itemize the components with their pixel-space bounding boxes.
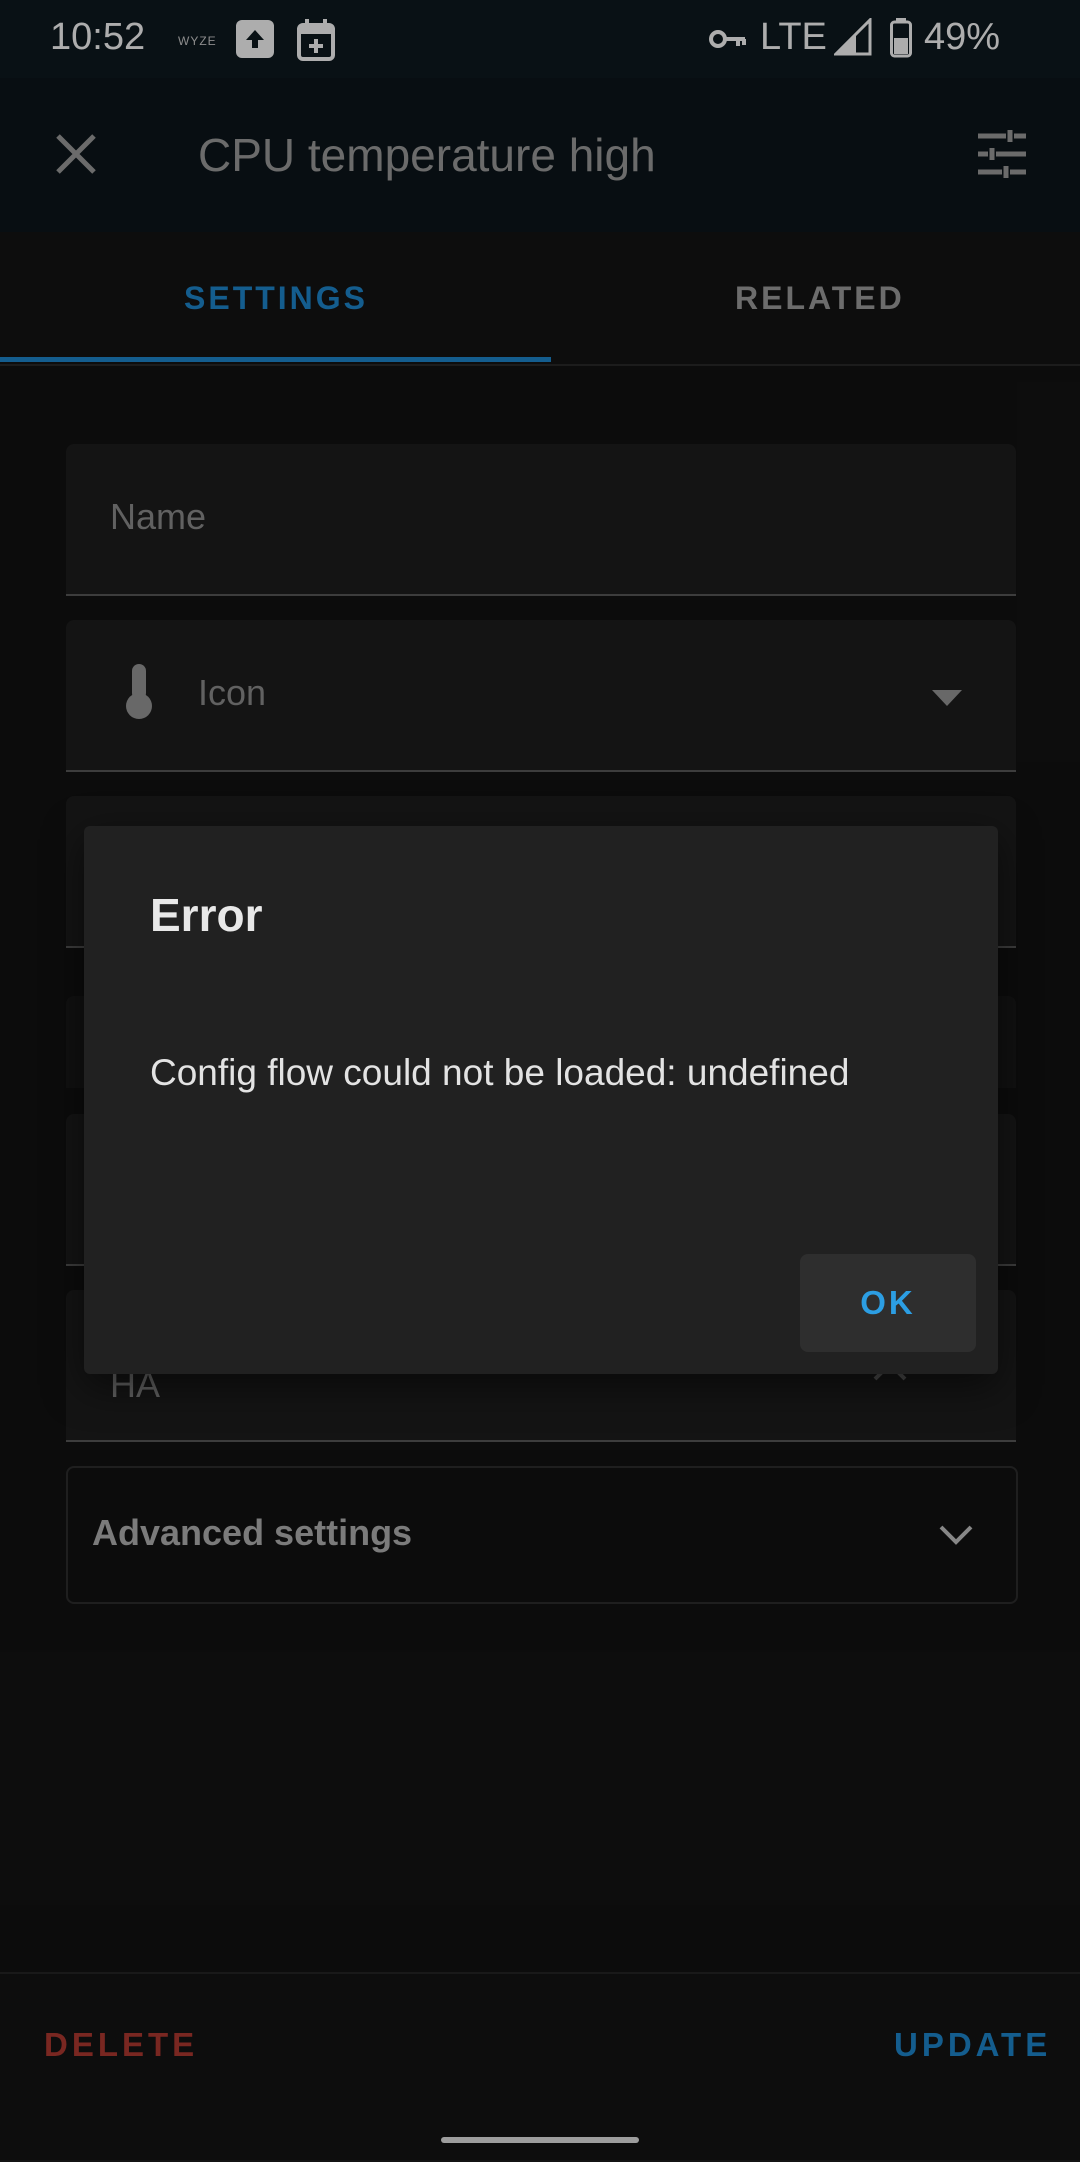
ok-button[interactable]: OK [800,1254,976,1352]
dialog-title: Error [150,889,263,941]
dialog-message: Config flow could not be loaded: undefin… [150,1052,850,1093]
error-dialog: Error Config flow could not be loaded: u… [84,826,998,1374]
